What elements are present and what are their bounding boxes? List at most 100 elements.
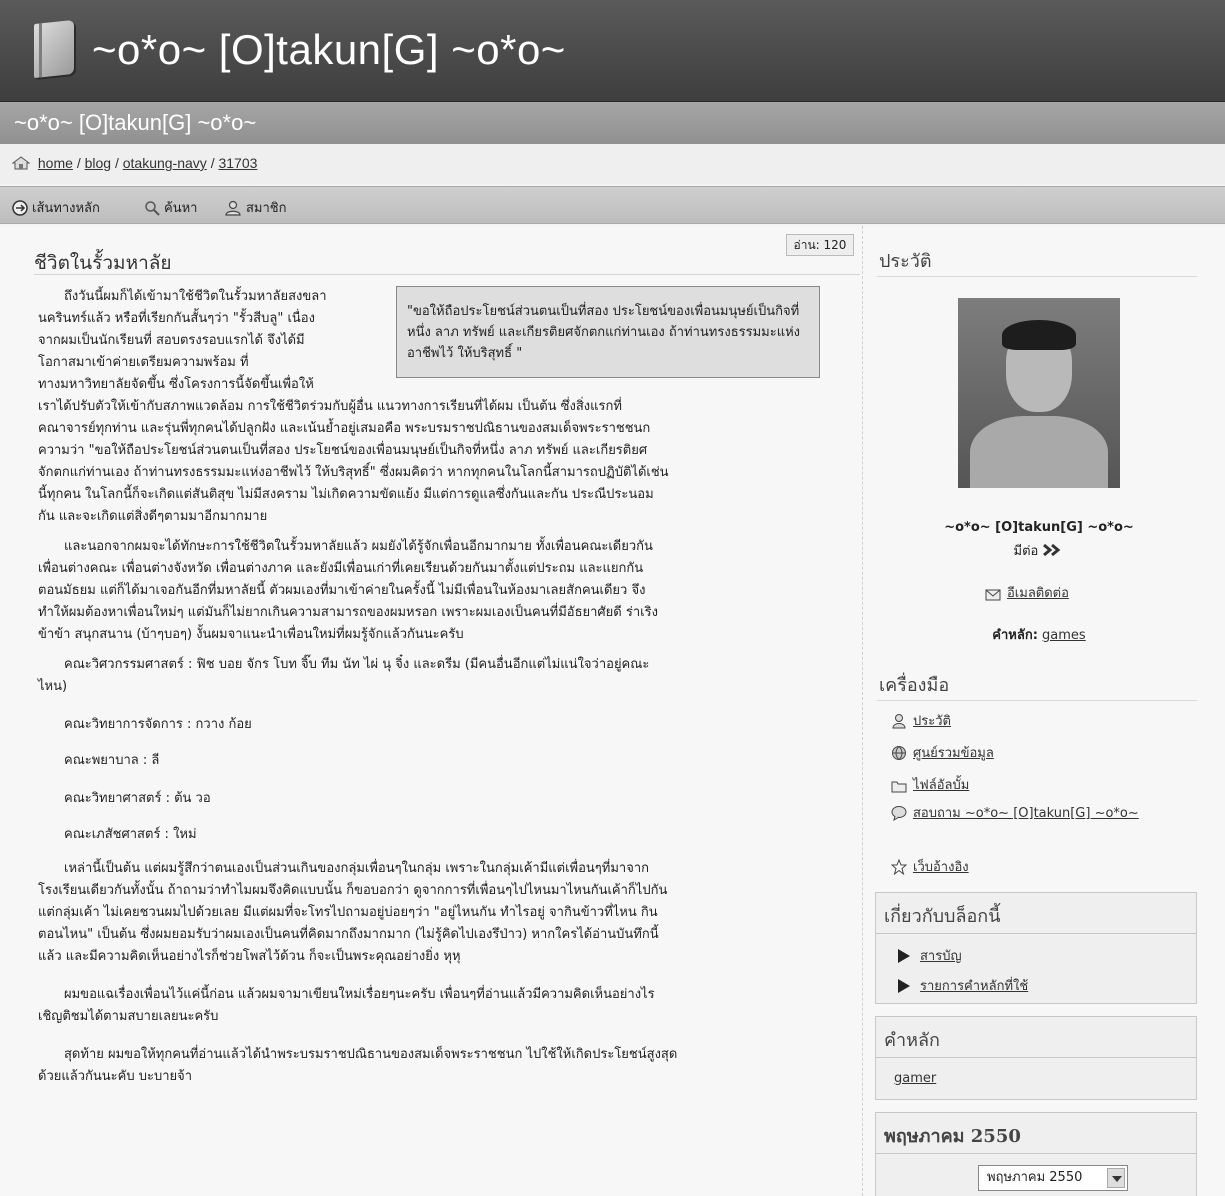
tags-heading: คำหลัก xyxy=(884,1030,940,1051)
table-of-contents-link[interactable]: สารบัญ xyxy=(898,945,962,966)
book-icon xyxy=(34,19,74,79)
paragraph-5: คณะพยาบาล : ลี xyxy=(64,753,160,768)
month-select[interactable]: พฤษภาคม 2550 xyxy=(978,1165,1128,1191)
tool-references-link[interactable]: เว็บอ้างอิง xyxy=(890,856,969,877)
text-line: คณาจารย์ทุกท่าน และรุ่นพี่ทุกคนได้ปลูกฝั… xyxy=(38,421,651,436)
chevron-down-icon[interactable] xyxy=(1107,1168,1125,1188)
calendar-divider xyxy=(876,1153,1196,1154)
text-line: เชิญติชมได้ตามสบายเลยนะครับ xyxy=(38,1009,219,1024)
text-line: ด้วยแล้วกันนะคับ บะบายจ้า xyxy=(38,1069,193,1084)
text-line: จากผมเป็นนักเรียนที่ สอบตรงรอบแรกได้ จึง… xyxy=(38,333,305,348)
profile-name: ~o*o~ [O]takun[G] ~o*o~ xyxy=(944,520,1134,535)
envelope-icon xyxy=(985,589,1001,601)
globe-icon xyxy=(892,746,906,761)
tool-label: ศูนย์รวมข้อมูล xyxy=(913,746,994,761)
tool-label: เว็บอ้างอิง xyxy=(913,860,969,875)
sidebar: ประวัติ ~o*o~ [O]takun[G] ~o*o~ มีต่อ อี… xyxy=(862,226,1225,1196)
tags-box: คำหลัก gamer xyxy=(875,1016,1197,1100)
paragraph-3: คณะวิศวกรรมศาสตร์ : ฟิช บอย จักร โบท จิ๊… xyxy=(38,654,858,698)
nav-search-label: ค้นหา xyxy=(164,201,198,216)
paragraph-10: สุดท้าย ผมขอให้ทุกคนที่อ่านแล้วได้นำพระบ… xyxy=(38,1044,858,1088)
more-link[interactable]: มีต่อ xyxy=(903,540,1175,561)
blog-title[interactable]: ~o*o~ [O]takun[G] ~o*o~ xyxy=(92,26,566,74)
email-contact-link[interactable]: อีเมลติดต่อ xyxy=(985,582,1069,603)
text-line: โอกาสมาเข้าค่ายเตรียมความพร้อม ที่ xyxy=(38,355,249,370)
paragraph-6: คณะวิทยาศาสตร์ : ต้น วอ xyxy=(64,791,211,806)
navigation-bar: เส้นทางหลัก ค้นหา สมาชิก xyxy=(0,186,1225,224)
avatar-hair xyxy=(1002,320,1076,350)
paragraph-8: เหล่านี้เป็นต้น แต่ผมรู้สึกว่าตนเองเป็นส… xyxy=(38,858,858,968)
text-line: จักตกแก่ท่านเอง ถ้าท่านทรงธรรมมะแห่งอาชี… xyxy=(38,465,669,480)
breadcrumb-post-id[interactable]: 31703 xyxy=(218,155,257,171)
breadcrumb-blog[interactable]: blog xyxy=(85,155,111,171)
text-line: แล้ว และมีความคิดเห็นอย่างไรก็ช่วยโพสไว้… xyxy=(38,949,461,964)
text-line: ถึงวันนี้ผมก็ได้เข้ามาใช้ชีวิตในรั้วมหาล… xyxy=(38,286,388,308)
text-line: ผมขอแฉเรื่องเพื่อนไว้แค่นี้ก่อน แล้วผมจา… xyxy=(64,987,655,1002)
breadcrumb-user[interactable]: otakung-navy xyxy=(123,155,207,171)
route-icon xyxy=(12,200,28,216)
text-line: และนอกจากผมจะได้ทักษะการใช้ชีวิตในรั้วมห… xyxy=(38,536,858,558)
month-select-value: พฤษภาคม 2550 xyxy=(987,1170,1083,1185)
tag-link[interactable]: gamer xyxy=(894,1071,936,1086)
text-line: ตอนไหน" เป็นต้น ซึ่งผมยอมรับว่าผมเองเป็น… xyxy=(38,927,659,942)
breadcrumb-home[interactable]: home xyxy=(38,155,73,171)
tags-divider xyxy=(876,1057,1196,1058)
nav-search[interactable]: ค้นหา xyxy=(144,197,197,218)
about-divider xyxy=(876,933,1196,934)
text-line: ทางมหาวิทยาลัยจัดขึ้น ซึ่งโครงการนี้จัดข… xyxy=(38,377,314,392)
about-blog-box: เกี่ยวกับบล็อกนี้ สารบัญ รายการคำหลักที่… xyxy=(875,892,1197,1004)
text-line: สุดท้าย ผมขอให้ทุกคนที่อ่านแล้วได้นำพระบ… xyxy=(64,1047,678,1062)
blog-subtitle: ~o*o~ [O]takun[G] ~o*o~ xyxy=(14,110,257,135)
text-line: คณะวิศวกรรมศาสตร์ : ฟิช บอย จักร โบท จิ๊… xyxy=(38,654,858,676)
text-line: ไหน) xyxy=(38,679,68,694)
double-chevron-icon xyxy=(1043,543,1061,557)
keyword-list-link[interactable]: รายการคำหลักที่ใช้ xyxy=(898,975,1028,996)
tool-label: ประวัติ xyxy=(913,714,951,729)
paragraph-1-continued: เราได้ปรับตัวให้เข้ากับสภาพแวดล้อม การใช… xyxy=(38,396,858,528)
blog-header: ~o*o~ [O]takun[G] ~o*o~ xyxy=(0,0,1225,102)
text-line: นครินทร์แล้ว หรือที่เรียกกันสั้นๆว่า "รั… xyxy=(38,311,315,326)
text-line: นี้ทุกคน ในโลกนี้ก็จะเกิดแต่สันติสุข ไม่… xyxy=(38,487,654,502)
read-count-badge: อ่าน: 120 xyxy=(786,234,854,256)
profile-heading: ประวัติ xyxy=(879,251,932,272)
tool-ask-link[interactable]: สอบถาม ~o*o~ [O]takun[G] ~o*o~ xyxy=(891,804,1151,824)
search-icon xyxy=(145,201,160,216)
text-line: ข้าข้า สนุกสนาน (บ้าๆบอๆ) งั้นผมจาแนะนำเ… xyxy=(38,627,464,642)
text-line: สุดท้าย ผมขอให้ทุกคนที่อ่านแล้วได้นำพระบ… xyxy=(38,1044,858,1066)
tool-data-center-link[interactable]: ศูนย์รวมข้อมูล xyxy=(891,742,994,763)
text-line: คณะวิศวกรรมศาสตร์ : ฟิช บอย จักร โบท จิ๊… xyxy=(64,657,650,672)
tool-label: สอบถาม ~o*o~ [O]takun[G] ~o*o~ xyxy=(913,806,1139,821)
tool-label: ไฟล์อัลบั้ม xyxy=(913,778,970,793)
text-line: เพื่อนต่างคณะ เพื่อนต่างจังหวัด เพื่อนต่… xyxy=(38,561,644,576)
nav-members[interactable]: สมาชิก xyxy=(224,197,287,218)
quote-box: "ขอให้ถือประโยชน์ส่วนตนเป็นที่สอง ประโยช… xyxy=(396,286,820,378)
nav-main-label: เส้นทางหลัก xyxy=(32,201,100,216)
profile-avatar[interactable] xyxy=(958,298,1120,488)
link-label: รายการคำหลักที่ใช้ xyxy=(920,979,1029,994)
breadcrumb-separator: / xyxy=(114,155,119,171)
home-icon xyxy=(12,156,30,170)
arrow-right-icon xyxy=(898,979,910,993)
star-icon xyxy=(890,858,908,876)
nav-main-route[interactable]: เส้นทางหลัก xyxy=(12,197,100,218)
tool-profile-link[interactable]: ประวัติ xyxy=(891,710,951,731)
about-heading: เกี่ยวกับบล็อกนี้ xyxy=(884,906,1001,927)
text-line: และนอกจากผมจะได้ทักษะการใช้ชีวิตในรั้วมห… xyxy=(64,539,653,554)
tool-album-link[interactable]: ไฟล์อัลบั้ม xyxy=(891,774,969,795)
arrow-right-icon xyxy=(898,949,910,963)
breadcrumb-separator: / xyxy=(76,155,81,171)
post-content: อ่าน: 120 ชีวิตในรั้วมหาลัย "ขอให้ถือประ… xyxy=(0,226,862,1196)
blog-subtitle-bar: ~o*o~ [O]takun[G] ~o*o~ xyxy=(0,102,1225,144)
keyword-line: คำหลัก: games xyxy=(903,624,1175,645)
paragraph-7: คณะเภสัชศาสตร์ : ใหม่ xyxy=(64,827,197,842)
text-line: กัน และจะเกิดแต่สิ่งดีๆตามมาอีกมากมาย xyxy=(38,509,268,524)
text-line: ผมขอแฉเรื่องเพื่อนไว้แค่นี้ก่อน แล้วผมจา… xyxy=(38,984,858,1006)
paragraph-1: ถึงวันนี้ผมก็ได้เข้ามาใช้ชีวิตในรั้วมหาล… xyxy=(38,286,388,396)
text-line: โรงเรียนเดียวกันทั้งนั้น ถ้าถามว่าทำไมผม… xyxy=(38,883,668,898)
breadcrumb-bar: home / blog / otakung-navy / 31703 xyxy=(0,144,1225,184)
user-icon xyxy=(892,714,906,729)
calendar-box: พฤษภาคม 2550 พฤษภาคม 2550 xyxy=(875,1112,1197,1196)
keyword-link[interactable]: games xyxy=(1042,628,1086,643)
folder-icon xyxy=(891,781,907,793)
keyword-label: คำหลัก: xyxy=(992,628,1038,643)
